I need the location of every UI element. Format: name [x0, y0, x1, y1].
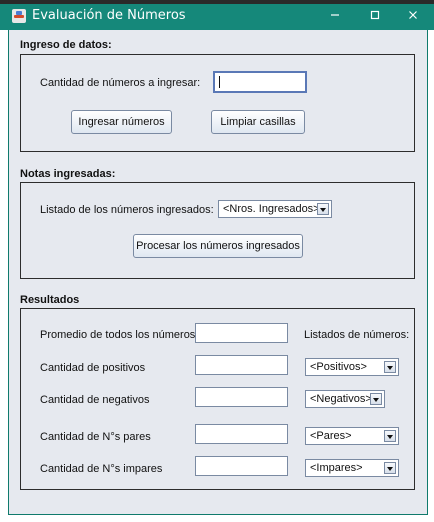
pares-label: Cantidad de N°s pares	[40, 431, 151, 443]
negativos-combo[interactable]: <Negativos>	[305, 390, 385, 408]
minimize-icon	[329, 9, 341, 21]
section-title-ingreso: Ingreso de datos:	[20, 39, 112, 51]
section-title-notas: Notas ingresadas:	[20, 168, 116, 180]
impares-combo[interactable]: <Impares>	[305, 459, 399, 477]
listado-combo-value: <Nros. Ingresados>	[223, 203, 320, 215]
chevron-down-icon[interactable]	[384, 361, 396, 373]
listado-combo[interactable]: <Nros. Ingresados>	[218, 200, 332, 218]
impares-label: Cantidad de N°s impares	[40, 463, 163, 475]
listado-label: Listado de los números ingresados:	[40, 204, 214, 216]
positivos-combo[interactable]: <Positivos>	[305, 358, 399, 376]
negativos-label: Cantidad de negativos	[40, 394, 150, 406]
section-notas: Listado de los números ingresados: <Nros…	[20, 182, 415, 279]
pares-combo-value: <Pares>	[310, 430, 352, 442]
pares-field[interactable]	[195, 424, 288, 444]
impares-field[interactable]	[195, 456, 288, 476]
positivos-field[interactable]	[195, 355, 288, 375]
cantidad-input[interactable]	[213, 71, 307, 93]
listados-header: Listados de números:	[304, 329, 410, 341]
negativos-field[interactable]	[195, 387, 288, 407]
chevron-down-icon[interactable]	[384, 462, 396, 474]
window: Evaluación de Números Ingreso de datos: …	[0, 0, 434, 522]
maximize-button[interactable]	[356, 0, 394, 30]
limpiar-casillas-button[interactable]: Limpiar casillas	[211, 110, 305, 134]
close-icon	[407, 9, 419, 21]
section-resultados: Listados de números: Promedio de todos l…	[20, 308, 415, 490]
minimize-button[interactable]	[316, 0, 354, 30]
negativos-combo-value: <Negativos>	[310, 393, 372, 405]
section-ingreso: Cantidad de números a ingresar: Ingresar…	[20, 54, 415, 152]
chevron-down-icon[interactable]	[384, 430, 396, 442]
window-title: Evaluación de Números	[32, 8, 186, 23]
java-app-icon	[12, 9, 26, 23]
positivos-label: Cantidad de positivos	[40, 362, 146, 374]
ingresar-numeros-button[interactable]: Ingresar números	[71, 110, 172, 134]
cantidad-label: Cantidad de números a ingresar:	[40, 77, 201, 89]
pares-combo[interactable]: <Pares>	[305, 427, 399, 445]
main-panel: Ingreso de datos: Cantidad de números a …	[8, 30, 428, 515]
maximize-icon	[369, 9, 381, 21]
close-button[interactable]	[394, 0, 432, 30]
chevron-down-icon[interactable]	[370, 393, 382, 405]
procesar-button[interactable]: Procesar los números ingresados	[133, 234, 303, 258]
text-caret	[219, 76, 220, 88]
promedio-label: Promedio de todos los números	[40, 329, 196, 341]
chevron-down-icon[interactable]	[317, 203, 329, 215]
impares-combo-value: <Impares>	[310, 462, 363, 474]
positivos-combo-value: <Positivos>	[310, 361, 367, 373]
section-title-resultados: Resultados	[20, 294, 80, 306]
title-bar[interactable]: Evaluación de Números	[0, 0, 434, 30]
promedio-field[interactable]	[195, 323, 288, 343]
